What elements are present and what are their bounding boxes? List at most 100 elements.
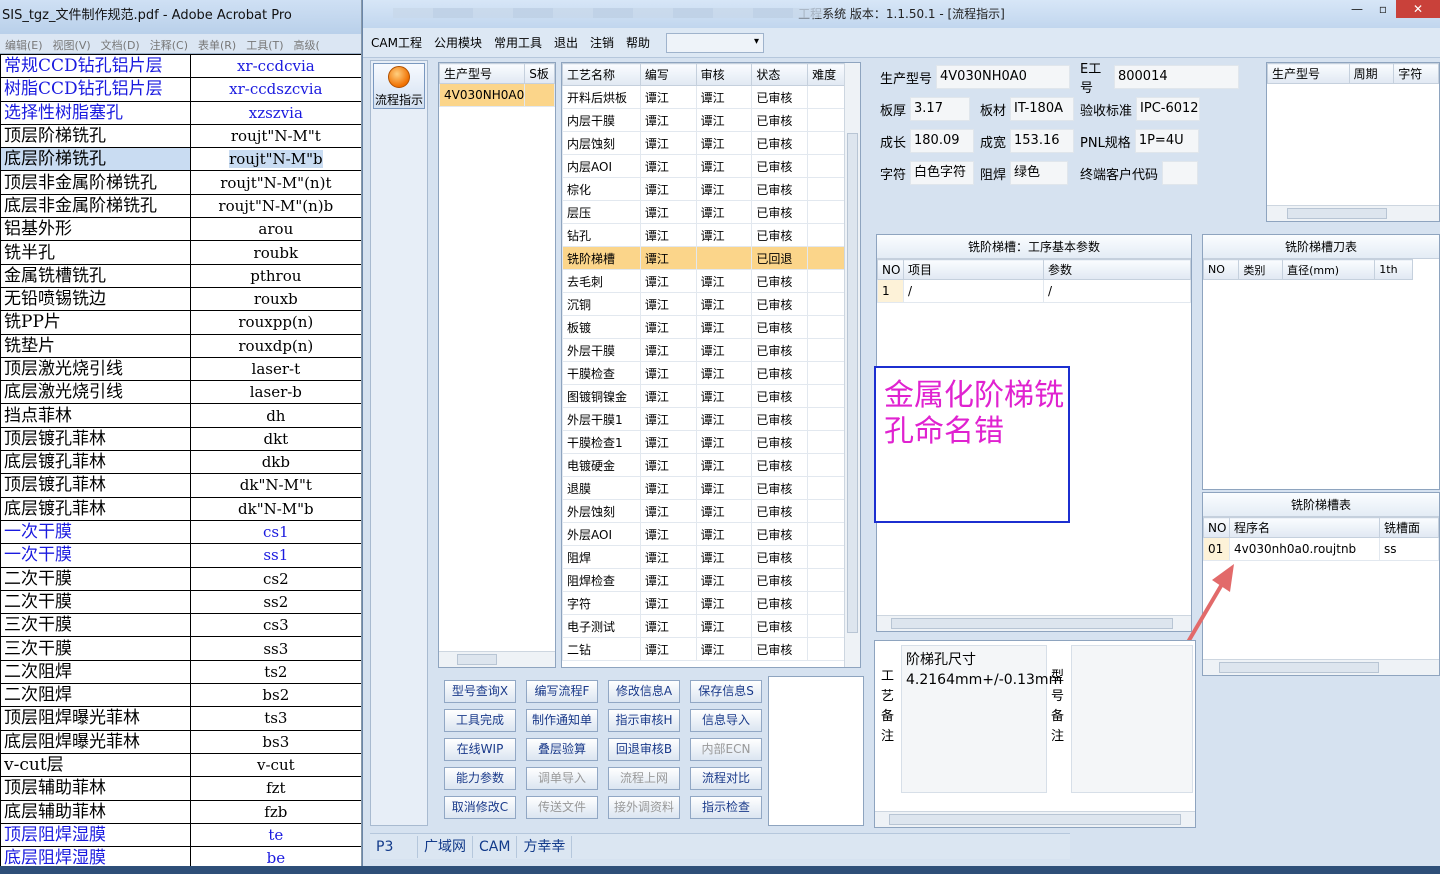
col-process-2[interactable]: 审核 — [695, 63, 753, 86]
erp-menu-item[interactable]: 常用工具 — [494, 34, 542, 51]
action-button[interactable]: 型号查询X — [444, 680, 516, 703]
e-no-field[interactable]: 800014 — [1113, 65, 1239, 89]
process-vscroll[interactable] — [844, 63, 860, 667]
action-button[interactable]: 流程对比 — [690, 767, 762, 790]
thick-field[interactable]: 3.17 — [910, 97, 971, 121]
table-row[interactable]: 内层蚀刻 谭江 谭江 已审核 — [562, 131, 846, 155]
col-item[interactable]: 项目 — [903, 259, 1044, 280]
action-button[interactable]: 调单导入 — [526, 767, 598, 790]
flow-indicator-button[interactable]: 流程指示 — [373, 63, 425, 109]
erp-menu-item[interactable]: 公用模块 — [434, 34, 482, 51]
action-button[interactable]: 信息导入 — [690, 709, 762, 732]
model-remark-text[interactable] — [1071, 645, 1193, 793]
action-button[interactable]: 编写流程F — [526, 680, 598, 703]
remark-hscroll[interactable] — [875, 811, 1195, 827]
table-row[interactable]: 板镀 谭江 谭江 已审核 — [562, 315, 846, 339]
acrobat-menu-item[interactable]: 注释(C) — [145, 34, 193, 53]
maximize-icon[interactable]: ▫ — [1370, 0, 1396, 18]
table-row[interactable]: 棕化 谭江 谭江 已审核 — [562, 177, 846, 201]
table-row[interactable]: 字符 谭江 谭江 已审核 — [562, 591, 846, 615]
table-row[interactable]: 图镀铜镍金 谭江 谭江 已审核 — [562, 384, 846, 408]
col-s-board[interactable]: S板 — [524, 63, 555, 84]
length-field[interactable]: 180.09 — [910, 129, 975, 153]
col-program[interactable]: 程序名 — [1229, 517, 1380, 538]
erp-menu-item[interactable]: 退出 — [554, 34, 578, 51]
table-row[interactable]: 01 4v030nh0a0.roujtnb ss — [1203, 537, 1439, 561]
col-tool-3[interactable]: 1th — [1374, 259, 1413, 280]
col-tool-0[interactable]: NO — [1203, 259, 1240, 280]
table-row[interactable]: 外层蚀刻 谭江 谭江 已审核 — [562, 499, 846, 523]
acrobat-menu-item[interactable]: 视图(V) — [48, 34, 96, 53]
prod-model-field[interactable]: 4V030NH0A0 — [936, 65, 1071, 89]
material-field[interactable]: IT-180A — [1010, 97, 1075, 121]
col-tool-1[interactable]: 类别 — [1238, 259, 1284, 280]
action-button[interactable]: 内部ECN — [690, 738, 762, 761]
table-row[interactable]: 电镀硬金 谭江 谭江 已审核 — [562, 453, 846, 477]
action-button[interactable]: 修改信息A — [608, 680, 680, 703]
col-tool-2[interactable]: 直径(mm) — [1282, 259, 1376, 280]
erp-menu-item[interactable]: 帮助 — [626, 34, 650, 51]
col-rtop-0[interactable]: 生产型号 — [1267, 63, 1350, 84]
table-row[interactable]: 铣阶梯槽 谭江 已回退 — [562, 246, 846, 270]
table-row[interactable]: 外层干膜1 谭江 谭江 已审核 — [562, 407, 846, 431]
action-button[interactable]: 能力参数 — [444, 767, 516, 790]
table-row[interactable]: 沉铜 谭江 谭江 已审核 — [562, 292, 846, 316]
action-button[interactable]: 指示审核H — [608, 709, 680, 732]
col-slot-face[interactable]: 铣槽面 — [1379, 517, 1439, 538]
table-row[interactable]: 干膜检查1 谭江 谭江 已审核 — [562, 430, 846, 454]
table-row[interactable]: 外层AOI 谭江 谭江 已审核 — [562, 522, 846, 546]
action-button[interactable]: 流程上网 — [608, 767, 680, 790]
action-button[interactable]: 回退审核B — [608, 738, 680, 761]
table-row[interactable]: 内层干膜 谭江 谭江 已审核 — [562, 108, 846, 132]
close-icon[interactable]: ✕ — [1396, 0, 1440, 18]
col-process-0[interactable]: 工艺名称 — [562, 63, 641, 86]
col-rtop-2[interactable]: 字符 — [1393, 63, 1439, 84]
menu-dropdown[interactable] — [666, 32, 765, 53]
table-row[interactable]: 电子测试 谭江 谭江 已审核 — [562, 614, 846, 638]
action-button[interactable]: 取消修改C — [444, 796, 516, 819]
table-row[interactable]: 开料后烘板 谭江 谭江 已审核 — [562, 85, 846, 109]
table-row[interactable]: 外层干膜 谭江 谭江 已审核 — [562, 338, 846, 362]
table-row[interactable]: 阻焊检查 谭江 谭江 已审核 — [562, 568, 846, 592]
acrobat-menu-item[interactable]: 编辑(E) — [0, 34, 48, 53]
col-no[interactable]: NO — [877, 259, 904, 280]
table-row[interactable]: 去毛刺 谭江 谭江 已审核 — [562, 269, 846, 293]
erp-menu-item[interactable]: CAM工程 — [371, 34, 422, 51]
acrobat-menu-item[interactable]: 工具(T) — [241, 34, 288, 53]
action-button[interactable]: 叠层验算 — [526, 738, 598, 761]
acrobat-menu-item[interactable]: 表单(R) — [193, 34, 241, 53]
mask-field[interactable]: 绿色 — [1010, 161, 1069, 185]
acrobat-menu-item[interactable]: 高级( — [289, 34, 325, 53]
col-prod-model[interactable]: 生产型号 — [439, 63, 526, 84]
col-process-4[interactable]: 难度 — [807, 63, 846, 86]
action-button[interactable]: 制作通知单 — [526, 709, 598, 732]
customer-field[interactable] — [1162, 161, 1199, 185]
col-process-1[interactable]: 编写 — [639, 63, 697, 86]
rtop-hscroll[interactable] — [1267, 205, 1439, 221]
col-process-3[interactable]: 状态 — [751, 63, 809, 86]
col-rtop-1[interactable]: 周期 — [1348, 63, 1395, 84]
action-button[interactable]: 保存信息S — [690, 680, 762, 703]
table-row[interactable]: 阻焊 谭江 谭江 已审核 — [562, 545, 846, 569]
erp-menu-item[interactable]: 注销 — [590, 34, 614, 51]
col-param[interactable]: 参数 — [1043, 259, 1191, 280]
table-row[interactable]: 钻孔 谭江 谭江 已审核 — [562, 223, 846, 247]
action-button[interactable]: 接外调资料 — [608, 796, 680, 819]
model-hscroll[interactable] — [439, 651, 555, 667]
action-button[interactable]: 传送文件 — [526, 796, 598, 819]
minimize-icon[interactable]: — — [1344, 0, 1370, 18]
craft-remark-text[interactable]: 阶梯孔尺寸4.2164mm+/-0.13mm — [901, 645, 1062, 793]
standard-field[interactable]: IPC-6012 — [1136, 97, 1201, 121]
action-button[interactable]: 在线WIP — [444, 738, 516, 761]
action-button[interactable]: 工具完成 — [444, 709, 516, 732]
col-slot-no[interactable]: NO — [1203, 517, 1230, 538]
table-row[interactable]: 干膜检查 谭江 谭江 已审核 — [562, 361, 846, 385]
table-row[interactable]: 4V030NH0A0 — [439, 83, 555, 107]
char-field[interactable]: 白色字符 — [910, 161, 975, 185]
table-row[interactable]: 内层AOI 谭江 谭江 已审核 — [562, 154, 846, 178]
table-row[interactable]: 1 / / — [877, 279, 1191, 303]
status-segment[interactable]: P3 — [370, 835, 418, 858]
pnl-field[interactable]: 1P=4U — [1134, 129, 1199, 153]
table-row[interactable]: 退膜 谭江 谭江 已审核 — [562, 476, 846, 500]
acrobat-menu-item[interactable]: 文档(D) — [96, 34, 145, 53]
